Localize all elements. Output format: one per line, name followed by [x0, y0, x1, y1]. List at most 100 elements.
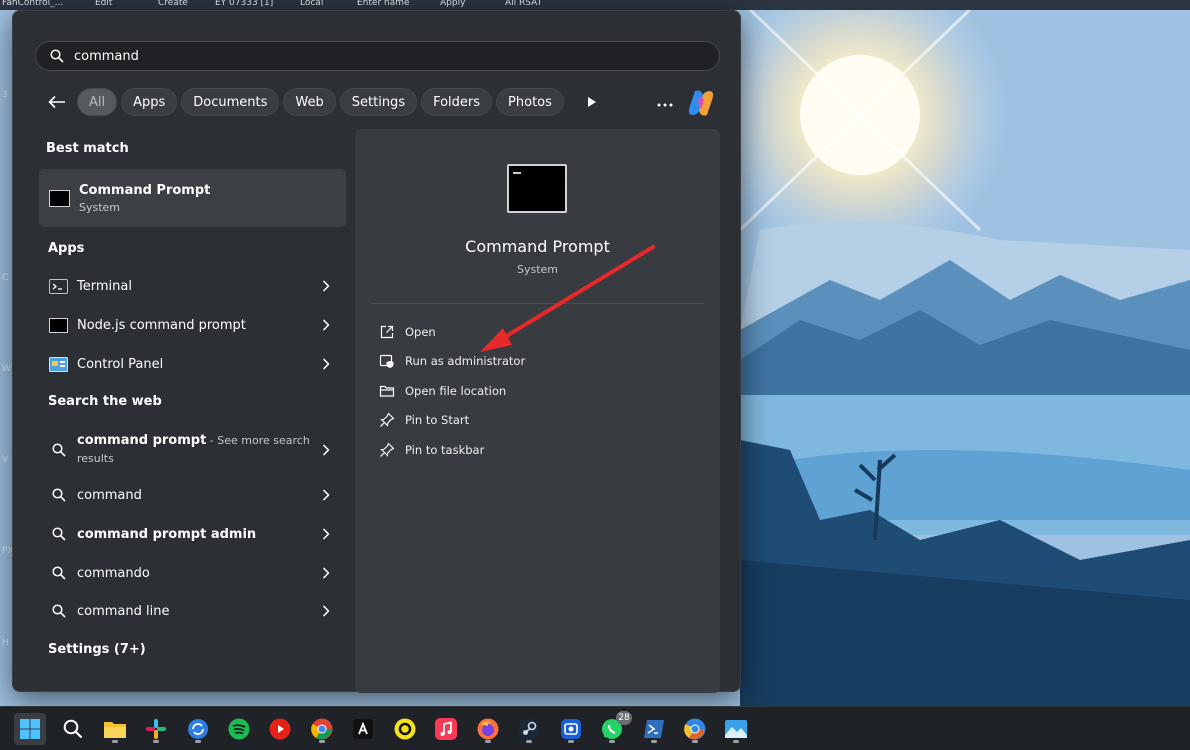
filter-chip-all[interactable]: All [77, 88, 118, 116]
filter-chip-apps[interactable]: Apps [121, 88, 178, 116]
back-button[interactable] [43, 88, 71, 116]
taskbar-whatsapp[interactable]: 28 [596, 711, 632, 745]
filter-chip-web[interactable]: Web [283, 88, 336, 116]
command-prompt-icon [49, 189, 70, 207]
running-indicator [651, 740, 657, 743]
pin-icon [380, 412, 395, 427]
arrow-left-icon [48, 95, 65, 109]
running-indicator [195, 740, 201, 743]
web-result-command[interactable]: command [39, 477, 346, 513]
taskbar-chrome-beta[interactable] [679, 713, 711, 745]
more-filters-button[interactable] [582, 92, 602, 112]
play-icon [587, 97, 596, 107]
taskbar-spotify[interactable] [223, 713, 255, 745]
desktop-label: All RSAT [505, 0, 543, 8]
chevron-right-icon [322, 280, 330, 292]
pin-icon [380, 442, 395, 457]
taskbar-powershell[interactable] [638, 713, 670, 745]
running-indicator [112, 740, 118, 743]
open-external-icon [380, 325, 394, 339]
action-label: Open [405, 325, 436, 339]
chevron-right-icon [322, 358, 330, 370]
filter-chip-documents[interactable]: Documents [181, 88, 280, 116]
best-match-heading: Best match [46, 141, 129, 156]
taskbar: 28 [0, 706, 1190, 750]
web-result-command-line[interactable]: command line [39, 593, 346, 629]
firefox-icon [477, 718, 499, 740]
taskbar-start-button[interactable] [14, 713, 46, 745]
action-open[interactable]: Open [379, 320, 436, 344]
detail-title: Command Prompt [465, 237, 610, 256]
app-a-icon [353, 719, 373, 739]
search-input[interactable] [74, 48, 674, 64]
action-run-as-administrator[interactable]: Run as administrator [379, 349, 525, 373]
steam-icon [518, 718, 540, 740]
taskbar-slack[interactable] [140, 713, 172, 745]
web-result-command-prompt[interactable]: command prompt - See more search results [39, 429, 346, 471]
slack-icon [146, 719, 166, 739]
taskbar-music[interactable] [430, 713, 462, 745]
running-indicator [692, 740, 698, 743]
search-icon [52, 566, 66, 580]
action-open-file-location[interactable]: Open file location [379, 379, 506, 403]
best-match-title: Command Prompt [79, 182, 211, 198]
taskbar-search-button[interactable] [57, 713, 89, 745]
action-pin-to-taskbar[interactable]: Pin to taskbar [379, 438, 484, 462]
app-result-nodejs-prompt[interactable]: Node.js command prompt [39, 307, 346, 343]
chevron-right-icon [322, 319, 330, 331]
copilot-button[interactable] [685, 87, 717, 119]
filter-chip-folders[interactable]: Folders [421, 88, 493, 116]
filter-chip-photos[interactable]: Photos [496, 88, 564, 116]
nodejs-prompt-icon [49, 317, 68, 333]
search-icon [52, 527, 66, 541]
chevron-right-icon [322, 444, 330, 456]
chevron-right-icon [322, 605, 330, 617]
action-pin-to-start[interactable]: Pin to Start [379, 408, 469, 432]
search-icon [63, 719, 83, 739]
web-result-query: command prompt [77, 433, 207, 448]
taskbar-photos[interactable] [720, 713, 752, 745]
app-result-terminal[interactable]: Terminal [39, 268, 346, 304]
taskbar-app-ring[interactable] [389, 713, 421, 745]
taskbar-chrome[interactable] [306, 713, 338, 745]
best-match-command-prompt[interactable]: Command Prompt System [39, 169, 346, 227]
action-label: Open file location [405, 384, 507, 398]
search-box[interactable] [35, 41, 720, 71]
powershell-icon [644, 720, 664, 738]
settings-heading[interactable]: Settings (7+) [48, 642, 146, 657]
desktop-label: FanControl_... [2, 0, 64, 8]
folder-icon [379, 385, 395, 397]
running-indicator [526, 740, 532, 743]
best-match-subtitle: System [79, 200, 121, 214]
chrome-icon [684, 718, 706, 740]
desktop-label: Edit [95, 0, 113, 8]
spotify-icon [228, 718, 250, 740]
taskbar-firefox[interactable] [472, 713, 504, 745]
notification-badge: 28 [616, 711, 632, 725]
web-result-commando[interactable]: commando [39, 555, 346, 591]
taskbar-screen-capture[interactable] [555, 713, 587, 745]
ellipsis-icon [657, 103, 673, 107]
play-circle-icon [269, 718, 291, 740]
app-result-control-panel[interactable]: Control Panel [39, 346, 346, 382]
app-result-label: Control Panel [77, 356, 164, 372]
search-icon [50, 49, 64, 63]
taskbar-app-a[interactable] [347, 713, 379, 745]
running-indicator [485, 740, 491, 743]
filter-chip-settings[interactable]: Settings [339, 88, 418, 116]
search-icon [52, 488, 66, 502]
windows-logo-icon [20, 719, 40, 739]
taskbar-file-explorer[interactable] [99, 713, 131, 745]
taskbar-sync-app[interactable] [182, 713, 214, 745]
taskbar-steam[interactable] [513, 713, 545, 745]
web-result-query: commando [77, 565, 150, 581]
sync-icon [188, 719, 208, 739]
control-panel-icon [49, 355, 68, 374]
taskbar-media-player[interactable] [264, 713, 296, 745]
chrome-icon [311, 718, 333, 740]
action-label: Run as administrator [405, 354, 526, 368]
web-result-command-prompt-admin[interactable]: command prompt admin [39, 516, 346, 552]
more-options-button[interactable] [653, 97, 677, 113]
app-result-label: Terminal [77, 278, 132, 294]
chevron-right-icon [322, 489, 330, 501]
